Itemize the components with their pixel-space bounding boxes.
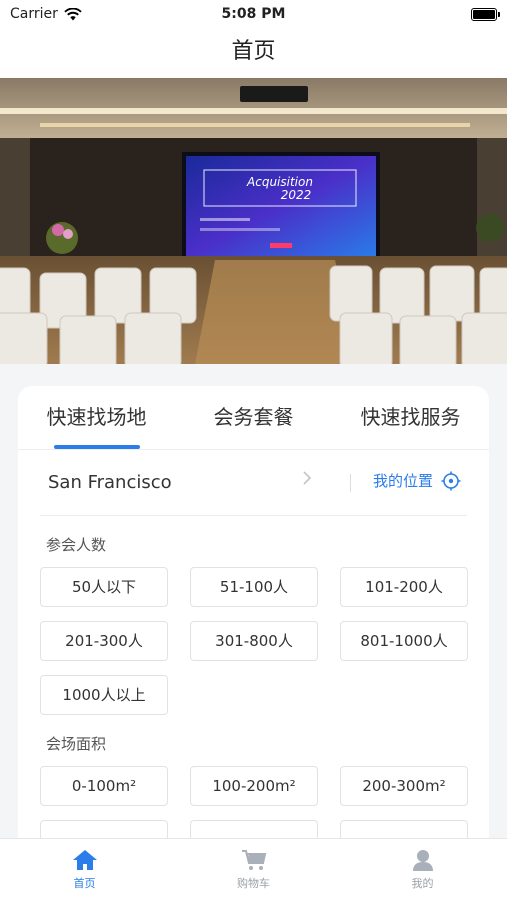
attendees-title: 参会人数 <box>46 536 107 554</box>
home-icon <box>72 850 97 870</box>
location-row: San Francisco 我的位置 <box>40 450 467 516</box>
bottom-tab-bar: 首页 购物车 我的 <box>0 838 507 900</box>
chevron-right-icon[interactable] <box>302 470 312 486</box>
tabbar-cart[interactable]: 购物车 <box>169 839 338 900</box>
attendees-option[interactable]: 50人以下 <box>40 567 168 607</box>
tab-find-service[interactable]: 快速找服务 <box>332 386 489 449</box>
conference-hall-image: Acquisition 2022 <box>0 78 507 364</box>
screen-title: Acquisition <box>246 175 313 189</box>
clock: 5:08 PM <box>221 6 286 22</box>
battery-icon <box>471 8 500 21</box>
search-card: 快速找场地 会务套餐 快速找服务 San Francisco 我的位置 参会人数… <box>18 386 489 856</box>
tabbar-home-label: 首页 <box>73 877 96 890</box>
tabbar-cart-label: 购物车 <box>237 877 270 890</box>
attendees-option[interactable]: 1000人以上 <box>40 675 168 715</box>
user-icon <box>412 850 433 871</box>
attendees-options: 50人以下 51-100人 101-200人 201-300人 301-800人… <box>40 567 489 715</box>
attendees-option[interactable]: 201-300人 <box>40 621 168 661</box>
page-title: 首页 <box>231 39 276 64</box>
attendees-option[interactable]: 51-100人 <box>190 567 318 607</box>
attendees-option[interactable]: 101-200人 <box>340 567 468 607</box>
cart-icon <box>241 850 266 870</box>
tabbar-mine-label: 我的 <box>411 877 434 890</box>
area-title: 会场面积 <box>46 735 107 753</box>
area-option[interactable]: 200-300m² <box>340 766 468 806</box>
area-option[interactable]: 100-200m² <box>190 766 318 806</box>
tab-meeting-package[interactable]: 会务套餐 <box>175 386 332 449</box>
tab-find-venue[interactable]: 快速找场地 <box>18 386 175 449</box>
my-location-label: 我的位置 <box>373 472 434 490</box>
area-option[interactable]: 0-100m² <box>40 766 168 806</box>
attendees-option[interactable]: 801-1000人 <box>340 621 468 661</box>
screen-year: 2022 <box>281 188 312 202</box>
status-bar: Carrier 5:08 PM <box>0 0 507 30</box>
hero-banner[interactable]: Acquisition 2022 <box>0 78 507 364</box>
search-tabs: 快速找场地 会务套餐 快速找服务 <box>18 386 489 450</box>
tabbar-home[interactable]: 首页 <box>0 839 169 900</box>
city-selector[interactable]: San Francisco <box>48 472 172 493</box>
locate-icon <box>441 471 461 490</box>
divider <box>350 474 351 492</box>
nav-bar: 首页 <box>0 30 507 78</box>
tabbar-mine[interactable]: 我的 <box>338 839 507 900</box>
my-location-button[interactable]: 我的位置 <box>373 470 461 491</box>
attendees-option[interactable]: 301-800人 <box>190 621 318 661</box>
